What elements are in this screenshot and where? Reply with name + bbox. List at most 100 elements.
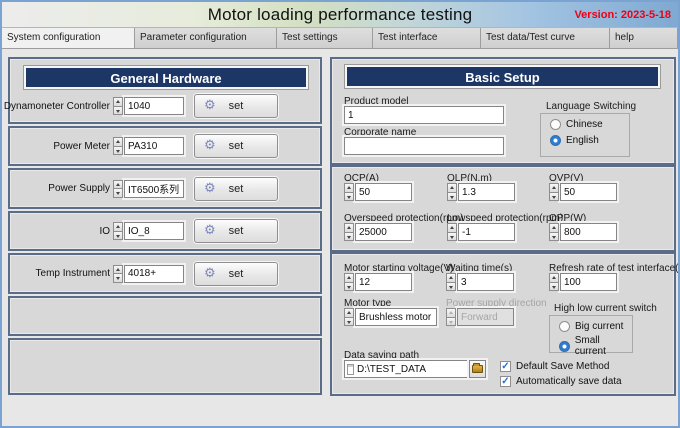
gear-icon: ⚙ <box>204 180 216 196</box>
spinner-control[interactable] <box>549 273 559 291</box>
spinner-control[interactable] <box>549 223 559 241</box>
spinner-control[interactable] <box>447 183 457 201</box>
spinner-control[interactable] <box>113 222 123 240</box>
spinner-control[interactable] <box>113 265 123 283</box>
product-model-input[interactable] <box>344 106 504 124</box>
path-type-icon <box>347 364 354 375</box>
auto-save-checkbox[interactable]: ✓ <box>500 376 511 387</box>
big-current-radio[interactable] <box>559 321 570 332</box>
default-save-checkbox[interactable]: ✓ <box>500 361 511 372</box>
gear-icon: ⚙ <box>204 222 216 238</box>
refresh-rate-input[interactable] <box>560 273 617 291</box>
power-meter-set-button[interactable]: ⚙set <box>194 134 278 158</box>
language-switching-label: Language Switching <box>546 101 636 112</box>
current-switch-group: Big current Small current <box>549 315 633 353</box>
chinese-radio-label: Chinese <box>566 119 603 130</box>
spinner-control[interactable] <box>549 183 559 201</box>
big-current-option: Big current <box>559 321 632 332</box>
temp-instrument-label: Temp Instrument <box>16 268 110 279</box>
power-supply-set-button[interactable]: ⚙set <box>194 177 278 201</box>
basic-setup-header: Basic Setup <box>345 65 660 88</box>
small-current-radio[interactable] <box>559 341 570 352</box>
power-meter-box: Power Meter ⚙set <box>8 126 322 166</box>
io-set-button[interactable]: ⚙set <box>194 219 278 243</box>
small-current-option: Small current <box>559 335 632 357</box>
spinner-control[interactable] <box>344 273 354 291</box>
gear-icon: ⚙ <box>204 137 216 153</box>
lowspeed-input[interactable] <box>458 223 515 241</box>
dynamometer-label: Dynamoneter Controller <box>16 101 110 112</box>
empty-box-1 <box>8 296 322 336</box>
folder-icon <box>472 365 483 373</box>
path-value: D:\TEST_DATA <box>357 364 426 375</box>
general-hardware-header: General Hardware <box>24 66 308 89</box>
hardware-row-dynamometer: Dynamoneter Controller ⚙set <box>10 89 320 123</box>
tab-system-configuration[interactable]: System configuration <box>2 28 135 48</box>
spinner-control[interactable] <box>113 137 123 155</box>
big-current-label: Big current <box>575 321 623 332</box>
ovp-input[interactable] <box>560 183 617 201</box>
power-supply-model-input[interactable] <box>124 180 184 198</box>
language-option-chinese: Chinese <box>550 119 629 130</box>
language-group: Chinese English <box>540 113 630 157</box>
power-supply-label: Power Supply <box>16 183 110 194</box>
spinner-control[interactable] <box>446 273 456 291</box>
tab-test-interface[interactable]: Test interface <box>373 28 481 48</box>
spinner-control[interactable] <box>344 308 354 326</box>
small-current-label: Small current <box>575 335 632 357</box>
temp-instrument-model-input[interactable] <box>124 265 184 283</box>
olp-input[interactable] <box>458 183 515 201</box>
basic-setup-section: Basic Setup Product model Corporate name… <box>330 57 676 165</box>
tab-bar: System configuration Parameter configura… <box>2 28 678 49</box>
motor-section: Motor starting voltage(V) Waiting time(s… <box>330 252 676 396</box>
data-saving-path-control: D:\TEST_DATA <box>344 360 486 378</box>
english-radio-label: English <box>566 135 599 146</box>
io-model-input[interactable] <box>124 222 184 240</box>
spinner-control[interactable] <box>113 97 123 115</box>
chinese-radio[interactable] <box>550 119 561 130</box>
temp-instrument-set-button[interactable]: ⚙set <box>194 262 278 286</box>
folder-browse-button[interactable] <box>469 360 486 378</box>
temp-instrument-box: Temp Instrument ⚙set <box>8 253 322 294</box>
io-label: IO <box>16 226 110 237</box>
path-field[interactable]: D:\TEST_DATA <box>344 360 468 378</box>
empty-box-2 <box>8 338 322 395</box>
general-hardware-box: General Hardware Dynamoneter Controller … <box>8 57 322 124</box>
current-switch-label: High low current switch <box>554 303 657 314</box>
power-meter-label: Power Meter <box>16 141 110 152</box>
overspeed-input[interactable] <box>355 223 412 241</box>
power-direction-dropdown <box>457 308 514 326</box>
waiting-time-input[interactable] <box>457 273 514 291</box>
dynamometer-model-input[interactable] <box>124 97 184 115</box>
gear-icon: ⚙ <box>204 265 216 281</box>
io-box: IO ⚙set <box>8 211 322 251</box>
language-option-english: English <box>550 135 629 146</box>
spinner-control[interactable] <box>344 183 354 201</box>
gear-icon: ⚙ <box>204 97 216 113</box>
protection-section: OCP(A) OLP(N.m) OVP(V) Overspeed protect… <box>330 165 676 252</box>
motor-type-dropdown[interactable] <box>355 308 437 326</box>
spinner-control <box>446 308 456 326</box>
tab-test-data-curve[interactable]: Test data/Test curve <box>481 28 610 48</box>
english-radio[interactable] <box>550 135 561 146</box>
corporate-name-input[interactable] <box>344 137 504 155</box>
auto-save-row: ✓ Automatically save data <box>500 376 622 387</box>
dynamometer-set-button[interactable]: ⚙set <box>194 94 278 118</box>
app-window: Motor loading performance testing Versio… <box>0 0 680 428</box>
spinner-control[interactable] <box>447 223 457 241</box>
tab-help[interactable]: help <box>610 28 678 48</box>
opp-input[interactable] <box>560 223 617 241</box>
auto-save-label: Automatically save data <box>516 376 622 387</box>
power-meter-model-input[interactable] <box>124 137 184 155</box>
ocp-input[interactable] <box>355 183 412 201</box>
spinner-control[interactable] <box>113 180 123 198</box>
tab-test-settings[interactable]: Test settings <box>277 28 373 48</box>
default-save-label: Default Save Method <box>516 361 609 372</box>
tab-parameter-configuration[interactable]: Parameter configuration <box>135 28 277 48</box>
version-text: Version:2023-5-18 <box>571 9 671 21</box>
power-supply-box: Power Supply ⚙set <box>8 168 322 209</box>
spinner-control[interactable] <box>344 223 354 241</box>
starting-voltage-input[interactable] <box>355 273 412 291</box>
title-bar: Motor loading performance testing Versio… <box>2 2 678 28</box>
default-save-row: ✓ Default Save Method <box>500 361 609 372</box>
